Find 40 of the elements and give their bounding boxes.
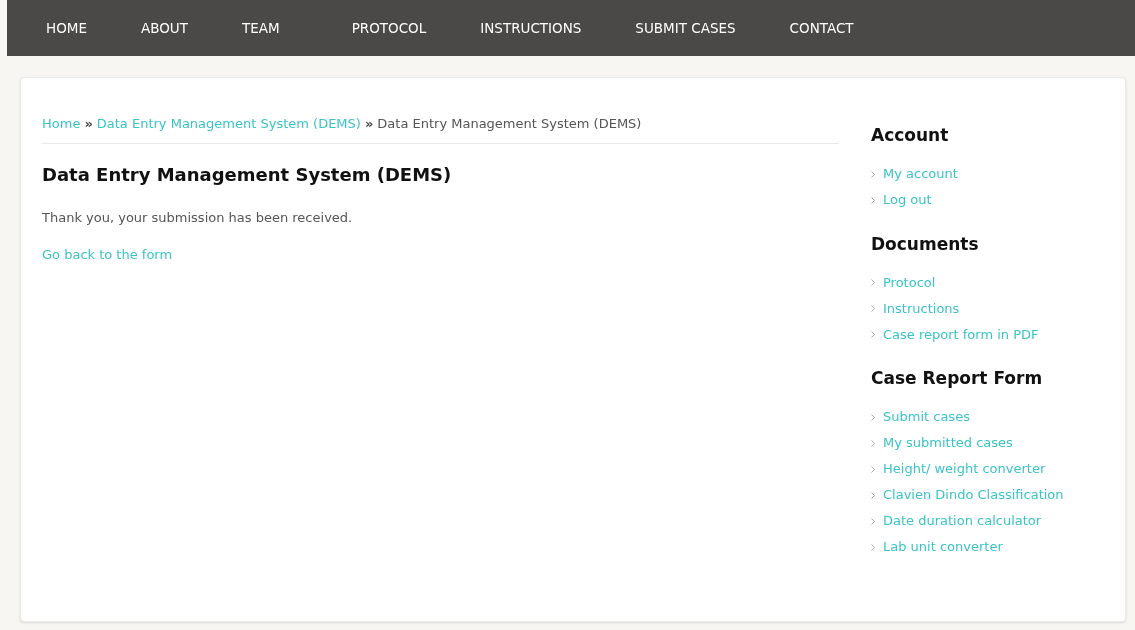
chevron-icon bbox=[871, 196, 875, 204]
chevron-icon bbox=[871, 543, 875, 551]
breadcrumb-link[interactable]: Data Entry Management System (DEMS) bbox=[96, 114, 361, 134]
nav-link[interactable]: SUBMIT CASES bbox=[635, 17, 736, 39]
sidebar-link[interactable]: My submitted cases bbox=[883, 433, 1013, 453]
sidebar-link[interactable]: Instructions bbox=[883, 298, 960, 319]
sidebar-link[interactable]: Clavien Dindo Classification bbox=[883, 485, 1064, 505]
breadcrumb-separator: » bbox=[364, 115, 374, 133]
sidebar-link[interactable]: Submit cases bbox=[883, 407, 970, 427]
chevron-icon bbox=[871, 305, 875, 312]
nav-link[interactable]: CONTACT bbox=[789, 17, 854, 39]
sidebar-link[interactable]: Lab unit converter bbox=[883, 537, 1003, 557]
chevron-icon bbox=[871, 170, 875, 178]
sidebar-heading: Documents bbox=[871, 232, 980, 256]
sidebar-heading: Case Report Form bbox=[871, 367, 1044, 390]
chevron-icon bbox=[871, 331, 875, 338]
breadcrumb-link[interactable]: Home bbox=[42, 114, 81, 134]
chevron-icon bbox=[871, 413, 875, 421]
sidebar-link[interactable]: Case report form in PDF bbox=[883, 324, 1039, 345]
chevron-icon bbox=[871, 517, 875, 525]
nav-link[interactable]: INSTRUCTIONS bbox=[480, 17, 582, 39]
confirmation-message: Thank you, your submission has been received. bbox=[42, 208, 354, 227]
sidebar-link[interactable]: My account bbox=[883, 164, 958, 184]
sidebar-link[interactable]: Date duration calculator bbox=[883, 511, 1042, 531]
nav-link[interactable]: TEAM bbox=[242, 17, 280, 39]
sidebar-link[interactable]: Log out bbox=[883, 190, 932, 210]
breadcrumb-current: Data Entry Management System (DEMS) bbox=[377, 115, 642, 133]
chevron-icon bbox=[871, 279, 875, 286]
sidebar-heading: Account bbox=[871, 124, 950, 147]
chevron-icon bbox=[871, 439, 875, 447]
sidebar-link[interactable]: Height/ weight converter bbox=[883, 459, 1046, 479]
page-title: Data Entry Management System (DEMS) bbox=[42, 162, 453, 187]
chevron-icon bbox=[871, 491, 875, 499]
sidebar-link[interactable]: Protocol bbox=[883, 272, 936, 293]
chevron-icon bbox=[871, 465, 875, 473]
back-link[interactable]: Go back to the form bbox=[42, 245, 173, 265]
nav-link[interactable]: HOME bbox=[46, 17, 87, 39]
nav-link[interactable]: ABOUT bbox=[140, 17, 188, 39]
breadcrumb-separator: » bbox=[84, 115, 93, 133]
nav-link[interactable]: PROTOCOL bbox=[351, 17, 427, 39]
